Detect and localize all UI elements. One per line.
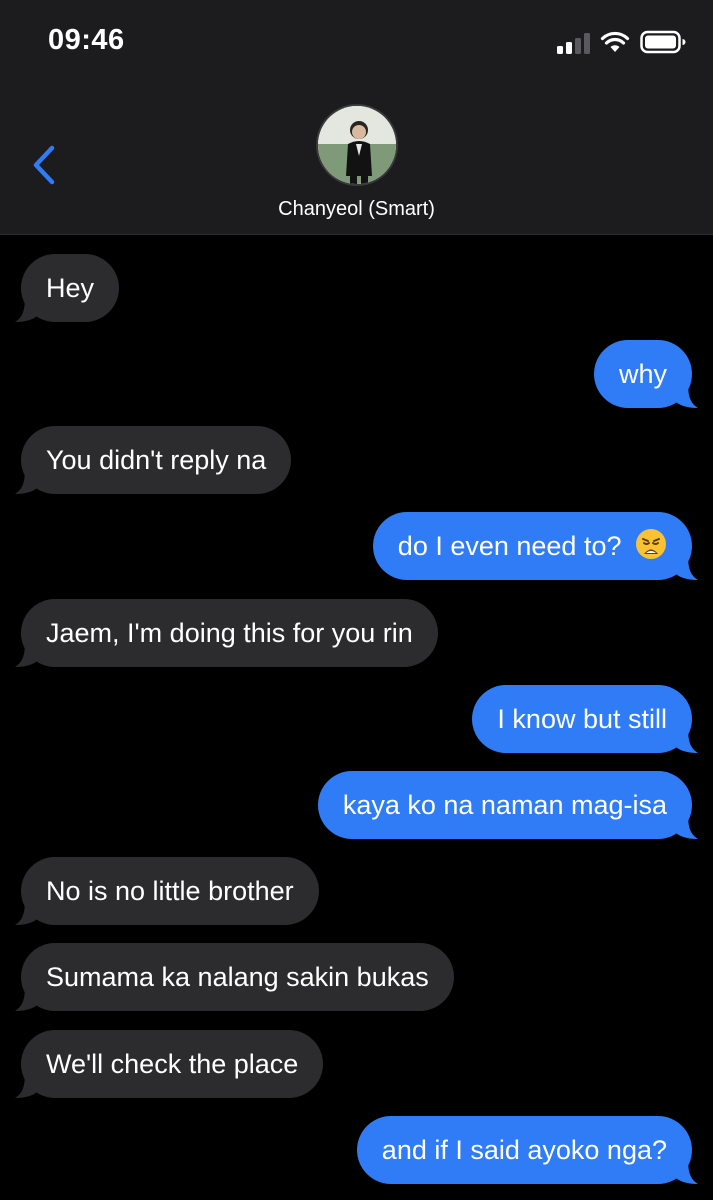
bubble-tail [674, 813, 698, 839]
incoming-message[interactable]: Sumama ka nalang sakin bukas [15, 943, 454, 1011]
message-text: Jaem, I'm doing this for you rin [46, 618, 413, 648]
message-text: We'll check the place [46, 1049, 299, 1079]
avatar[interactable] [316, 104, 398, 186]
contact-name[interactable]: Chanyeol (Smart) [0, 198, 713, 221]
outgoing-message[interactable]: and if I said ayoko nga? [356, 1116, 698, 1184]
incoming-message[interactable]: We'll check the place [15, 1030, 324, 1098]
message-text: Hey [46, 273, 95, 303]
bubble-tail [15, 1072, 39, 1098]
status-bar: 09:46 [0, 0, 713, 88]
message-text: kaya ko na naman mag-isa [342, 790, 667, 820]
bubble-tail [15, 985, 39, 1011]
status-time: 09:46 [48, 24, 125, 56]
bubble-tail [674, 382, 698, 408]
bubble-tail [15, 899, 39, 925]
outgoing-message[interactable]: I know but still [472, 685, 698, 753]
outgoing-message[interactable]: do I even need to? [372, 512, 698, 580]
message-text: and if I said ayoko nga? [381, 1135, 667, 1165]
wifi-icon [600, 31, 630, 52]
outgoing-message[interactable]: why [593, 340, 698, 408]
bubble-tail [15, 296, 39, 322]
bubble-tail [15, 468, 39, 494]
incoming-message[interactable]: You didn't reply na [15, 426, 292, 494]
incoming-message[interactable]: Hey [15, 254, 120, 322]
incoming-message[interactable]: No is no little brother [15, 857, 319, 925]
message-text: why [618, 359, 667, 389]
bubble-tail [674, 727, 698, 753]
message-text: Sumama ka nalang sakin bukas [46, 962, 429, 992]
outgoing-message[interactable]: kaya ko na naman mag-isa [317, 771, 698, 839]
incoming-message[interactable]: Jaem, I'm doing this for you rin [15, 599, 438, 667]
message-text: I know but still [497, 704, 667, 734]
battery-icon [640, 30, 686, 54]
conversation-header: Chanyeol (Smart) [0, 88, 713, 235]
weary-face-emoji-icon [636, 529, 666, 559]
bubble-tail [674, 554, 698, 580]
cellular-signal-icon [557, 32, 593, 54]
bubble-tail [15, 641, 39, 667]
message-text: You didn't reply na [46, 445, 267, 475]
chevron-left-icon[interactable] [28, 144, 60, 186]
message-text: No is no little brother [46, 876, 294, 906]
message-text: do I even need to? [397, 531, 622, 561]
bubble-tail [674, 1158, 698, 1184]
